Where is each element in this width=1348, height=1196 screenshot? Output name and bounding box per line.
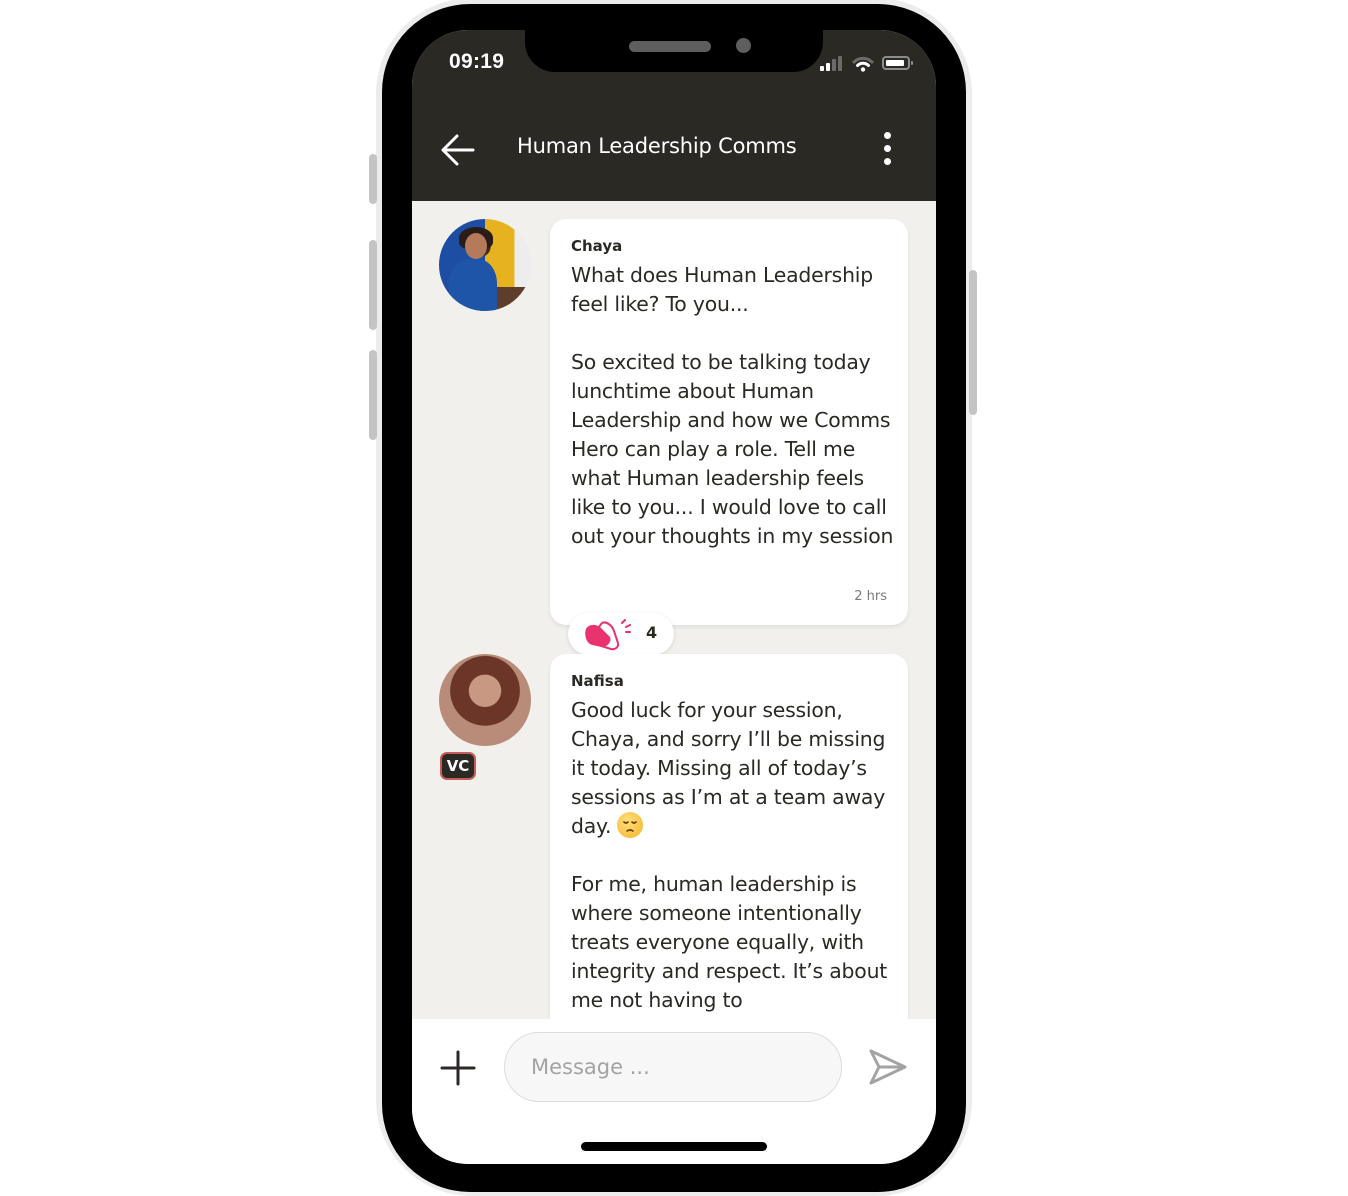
wifi-icon [852,56,874,72]
pensive-face-emoji [617,812,644,838]
add-attachment-button[interactable] [440,1050,476,1086]
status-time: 09:19 [449,50,505,73]
more-options-button[interactable] [877,130,897,168]
page-title: Human Leadership Comms [517,134,797,158]
message-text-part: For me, human leadership is where someon… [571,872,894,1012]
volume-up-button [369,240,377,330]
message-text: Good luck for your session, Chaya, and s… [571,696,896,1015]
avatar[interactable] [439,219,531,311]
signal-icon [820,55,846,73]
phone-screen: 09:19 Human Leadership Comms Chaya What … [412,30,936,1164]
mute-switch [369,154,377,204]
more-vertical-icon [884,132,891,139]
message-bubble: Chaya What does Human Leadership feel li… [550,219,908,655]
battery-icon [882,56,913,70]
message-input[interactable] [504,1032,842,1102]
front-camera [736,38,751,53]
message-author: Chaya [571,237,623,255]
clapping-hands-icon [585,619,631,651]
home-indicator[interactable] [581,1142,767,1151]
volume-down-button [369,350,377,440]
composer [412,1019,936,1164]
send-icon [869,1049,907,1085]
back-button[interactable] [440,133,476,167]
message-text: What does Human Leadership feel like? To… [571,263,894,548]
role-badge: VC [440,752,476,780]
arrow-left-icon [441,134,475,166]
message-bubble: Nafisa Good luck for your session, Chaya… [550,654,908,1019]
reaction-button[interactable]: 4 [568,613,674,655]
message-author: Nafisa [571,672,624,690]
message-feed[interactable]: Chaya What does Human Leadership feel li… [412,201,936,1019]
reaction-count: 4 [646,623,658,642]
power-button [969,270,977,415]
speaker-grille [629,41,711,52]
plus-icon [440,1050,476,1086]
avatar[interactable] [439,654,531,746]
send-button[interactable] [868,1048,908,1086]
message-timestamp: 2 hrs [854,589,887,604]
